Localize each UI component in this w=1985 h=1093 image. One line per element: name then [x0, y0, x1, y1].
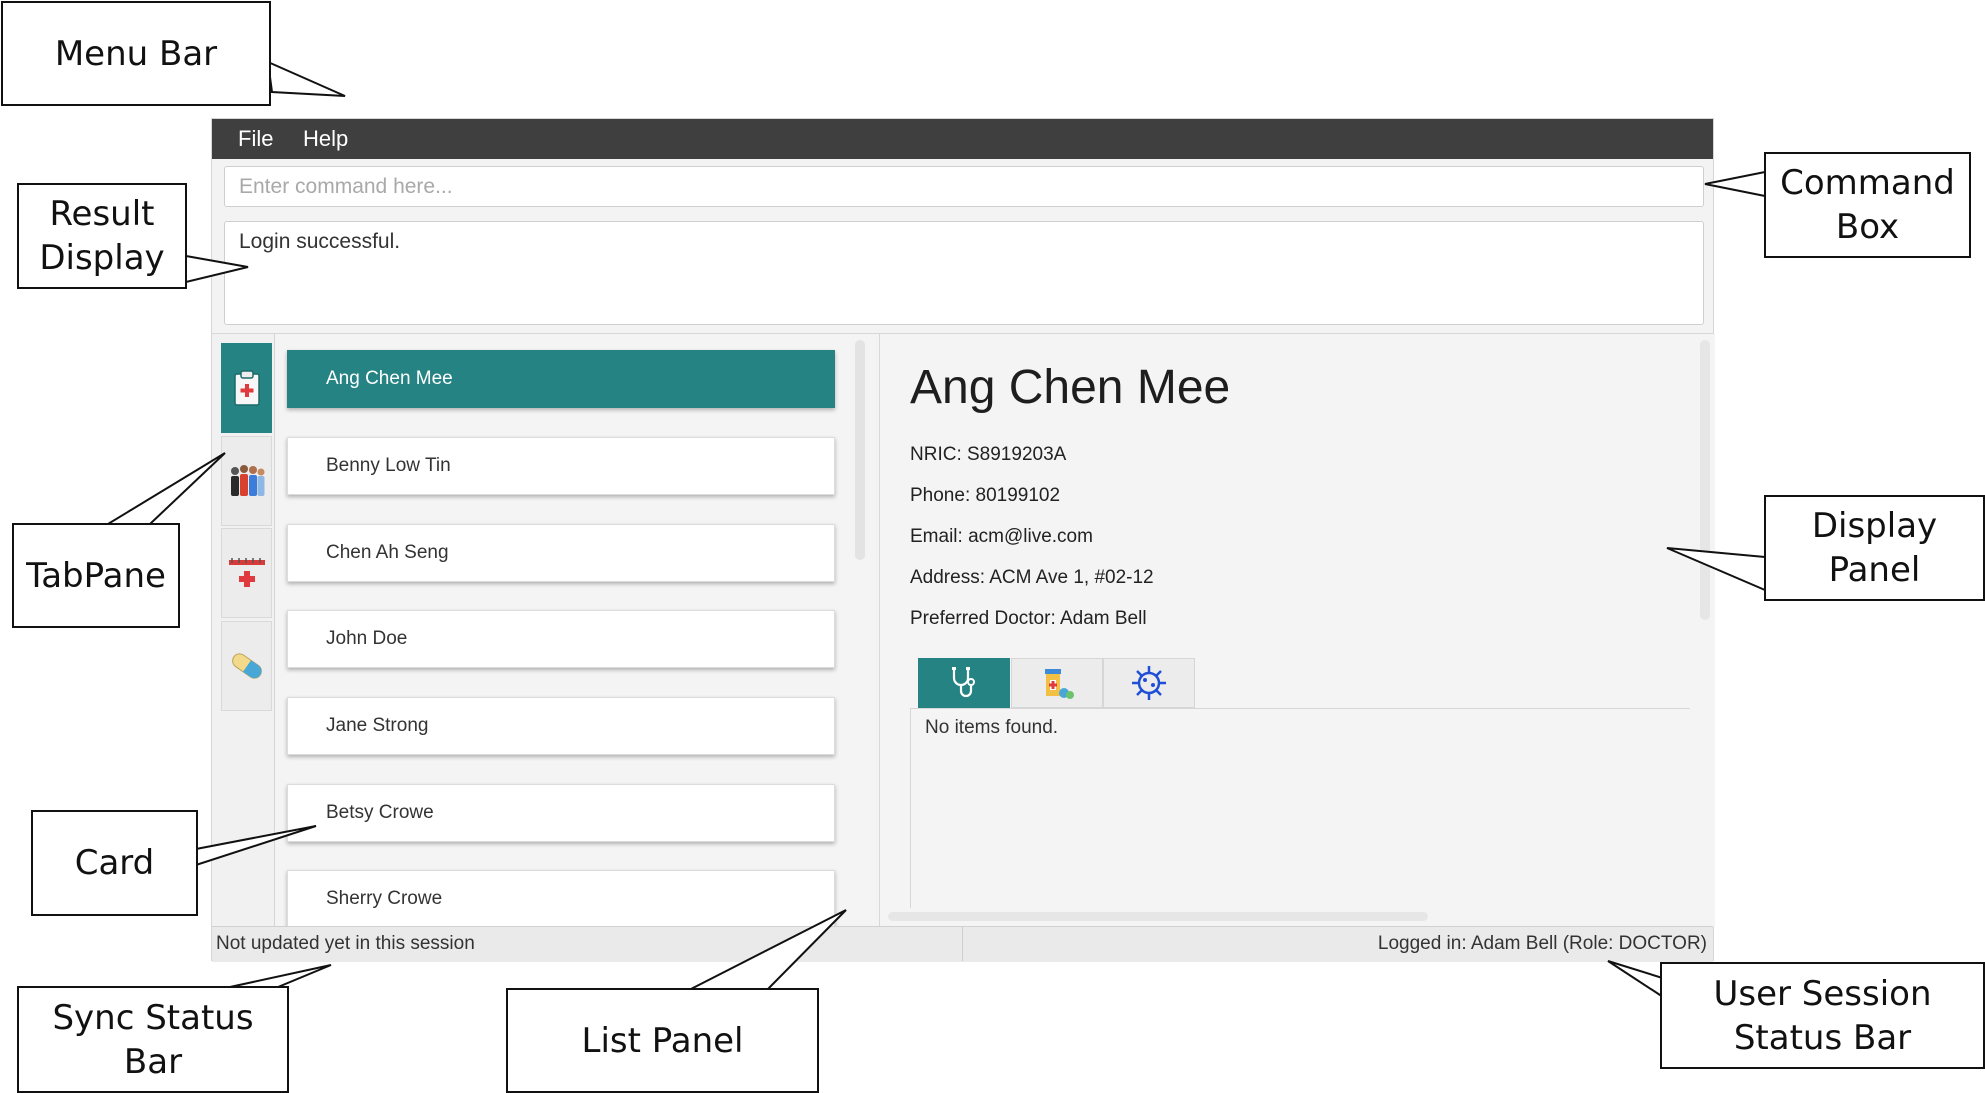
virus-icon [1132, 666, 1166, 700]
menu-bar: File Help [212, 119, 1713, 159]
callout-display-panel: Display Panel [1764, 495, 1985, 601]
command-box[interactable] [224, 166, 1704, 207]
card-name: Benny Low Tin [326, 455, 451, 476]
tab-patients[interactable] [221, 343, 272, 433]
result-text: Login successful. [239, 230, 401, 253]
display-scrollbar-horizontal[interactable] [888, 912, 1428, 921]
calendar-medical-icon [228, 558, 265, 587]
callout-command-box: Command Box [1764, 152, 1971, 258]
result-display: Login successful. [224, 221, 1704, 325]
tab-appointments[interactable] [221, 528, 272, 618]
display-panel: Ang Chen Mee NRIC: S8919203A Phone: 8019… [879, 334, 1715, 927]
tabpane [212, 334, 275, 927]
card-name: Betsy Crowe [326, 802, 434, 823]
command-box-pointer [1704, 170, 1766, 198]
callout-card: Card [31, 810, 198, 916]
app-window: File Help Login successful. [211, 118, 1715, 962]
tab-consultations[interactable] [918, 658, 1010, 708]
callout-list-panel: List Panel [506, 988, 819, 1093]
patient-phone: Phone: 80199102 [910, 485, 1061, 506]
tab-medicine[interactable] [221, 621, 272, 711]
tab-conditions[interactable] [1103, 658, 1195, 708]
clipboard-icon [233, 370, 260, 406]
callout-menu-bar: Menu Bar [1, 1, 271, 106]
card-name: John Doe [326, 628, 408, 649]
card-name: Ang Chen Mee [326, 368, 453, 389]
status-divider [962, 927, 963, 961]
patient-card[interactable]: Sherry Crowe [287, 870, 835, 928]
patient-card[interactable]: Benny Low Tin [287, 437, 835, 495]
card-name: Jane Strong [326, 715, 429, 736]
list-panel: Ang Chen Mee Benny Low Tin Chen Ah Seng … [275, 334, 875, 928]
card-name: Sherry Crowe [326, 888, 443, 909]
empty-message: No items found. [925, 717, 1059, 738]
display-scrollbar-vertical[interactable] [1700, 340, 1710, 620]
sync-status-pointer [229, 964, 332, 988]
user-session-status: Logged in: Adam Bell (Role: DOCTOR) [1377, 933, 1707, 954]
sync-status: Not updated yet in this session [216, 933, 475, 954]
patient-name: Ang Chen Mee [910, 361, 1231, 414]
tab-prescriptions[interactable] [1011, 658, 1103, 708]
patient-card[interactable]: Chen Ah Seng [287, 524, 835, 582]
patient-card[interactable]: Ang Chen Mee [287, 350, 835, 408]
menu-file[interactable]: File [238, 119, 273, 159]
callout-tabpane: TabPane [12, 523, 180, 628]
tab-content: No items found. [910, 708, 1690, 908]
main-split: Ang Chen Mee Benny Low Tin Chen Ah Seng … [212, 333, 1715, 928]
patient-nric: NRIC: S8919203A [910, 444, 1067, 465]
patient-card[interactable]: Jane Strong [287, 697, 835, 755]
patient-card[interactable]: Betsy Crowe [287, 784, 835, 842]
patient-address: Address: ACM Ave 1, #02-12 [910, 567, 1154, 588]
list-scrollbar[interactable] [855, 340, 865, 560]
stethoscope-icon [952, 667, 975, 698]
callout-sync-status-bar: Sync Status Bar [17, 986, 289, 1093]
callout-user-session-status-bar: User Session Status Bar [1660, 962, 1985, 1069]
people-icon [230, 465, 264, 496]
menu-bar-pointer [266, 60, 346, 97]
command-input[interactable] [225, 167, 1703, 206]
patient-card[interactable]: John Doe [287, 610, 835, 668]
menu-help[interactable]: Help [303, 119, 348, 159]
tabpane-pointer [104, 452, 226, 525]
card-name: Chen Ah Seng [326, 542, 449, 563]
patient-preferred-doctor: Preferred Doctor: Adam Bell [910, 608, 1147, 629]
callout-result-display: Result Display [17, 183, 187, 289]
tab-staff[interactable] [221, 436, 272, 526]
pill-icon [231, 653, 262, 679]
patient-email: Email: acm@live.com [910, 526, 1093, 547]
status-bar: Not updated yet in this session Logged i… [212, 926, 1713, 962]
medicine-icon [1045, 669, 1074, 699]
